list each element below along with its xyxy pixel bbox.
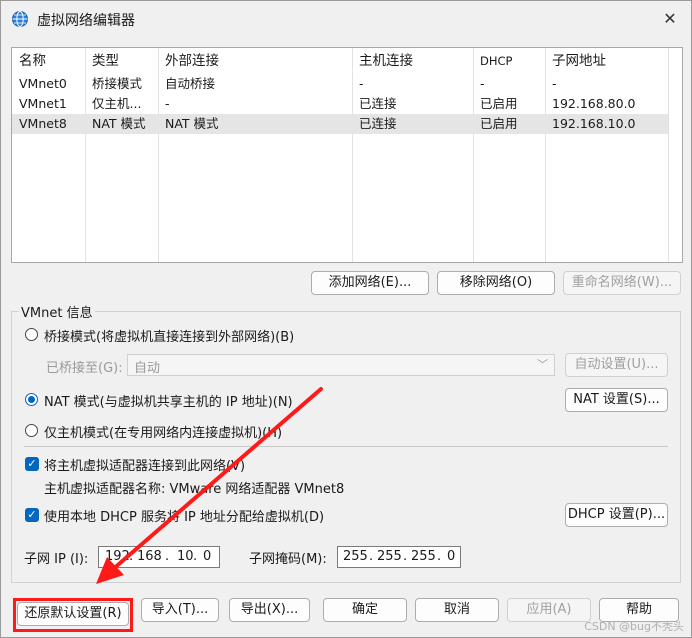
ip-octet[interactable]: 10 xyxy=(177,549,194,564)
divider xyxy=(24,446,668,447)
cell-type: NAT 模式 xyxy=(92,116,146,131)
bridge-mode-label[interactable]: 桥接模式(将虚拟机直接连接到外部网络)(B) xyxy=(44,326,294,345)
cell-dhcp: 已启用 xyxy=(480,96,518,111)
import-button[interactable]: 导入(T)... xyxy=(141,598,219,622)
dhcp-settings-button[interactable]: DHCP 设置(P)... xyxy=(565,503,668,527)
apply-button[interactable]: 应用(A) xyxy=(507,598,591,622)
ip-dot: . xyxy=(403,549,408,564)
mask-octet[interactable]: 255 xyxy=(377,549,402,564)
adapter-name-label: 主机虚拟适配器名称: VMware 网络适配器 VMnet8 xyxy=(44,482,345,497)
column-header-name[interactable]: 名称 xyxy=(12,48,85,74)
cell-subnet: 192.168.80.0 xyxy=(552,96,636,111)
column-header-type[interactable]: 类型 xyxy=(85,48,158,74)
cell-subnet: 192.168.10.0 xyxy=(552,116,636,131)
nat-mode-radio[interactable] xyxy=(25,393,38,406)
ip-dot: . xyxy=(129,549,134,564)
bridged-to-label: 已桥接至(G): xyxy=(46,361,123,376)
dhcp-checkbox[interactable]: ✓ xyxy=(25,508,39,522)
column-header-dhcp[interactable]: DHCP xyxy=(473,48,545,74)
cell-subnet: - xyxy=(552,76,557,91)
cell-type: 桥接模式 xyxy=(92,76,143,91)
cell-name: VMnet8 xyxy=(19,116,67,131)
vmnet-info-group xyxy=(11,311,681,583)
watermark: CSDN @bug不秃头 xyxy=(584,620,684,633)
ip-octet[interactable]: 192 xyxy=(105,549,130,564)
subnet-mask-label: 子网掩码(M): xyxy=(249,552,327,567)
title-bar: 虚拟网络编辑器 ✕ xyxy=(1,1,691,37)
column-header-external[interactable]: 外部连接 xyxy=(158,48,352,74)
cell-host: - xyxy=(359,76,364,91)
cell-external: 自动桥接 xyxy=(165,76,216,91)
cell-type: 仅主机... xyxy=(92,96,142,111)
ip-octet[interactable]: 168 xyxy=(137,549,162,564)
chevron-down-icon: ﹀ xyxy=(537,358,548,371)
mask-octet[interactable]: 255 xyxy=(343,549,368,564)
table-row[interactable]: VMnet0 桥接模式 自动桥接 - - - xyxy=(12,74,668,94)
ip-dot: . xyxy=(437,549,442,564)
cell-dhcp: 已启用 xyxy=(480,116,518,131)
host-only-radio[interactable] xyxy=(25,424,38,437)
host-only-label[interactable]: 仅主机模式(在专用网络内连接虚拟机)(H) xyxy=(44,422,282,441)
cell-host: 已连接 xyxy=(359,116,397,131)
cancel-button[interactable]: 取消 xyxy=(415,598,499,622)
nat-mode-label[interactable]: NAT 模式(与虚拟机共享主机的 IP 地址)(N) xyxy=(44,391,293,410)
cell-name: VMnet0 xyxy=(19,76,67,91)
subnet-mask-field[interactable]: 255 . 255 . 255 . 0 xyxy=(337,546,461,568)
annotation-highlight-box xyxy=(13,598,133,632)
vmnet-info-label: VMnet 信息 xyxy=(19,302,95,321)
close-button[interactable]: ✕ xyxy=(659,8,681,30)
cell-external: NAT 模式 xyxy=(165,116,219,131)
remove-network-button[interactable]: 移除网络(O) xyxy=(437,271,555,295)
ip-dot: . xyxy=(369,549,374,564)
export-button[interactable]: 导出(X)... xyxy=(229,598,310,622)
column-header-subnet[interactable]: 子网地址 xyxy=(545,48,668,74)
rename-network-button[interactable]: 重命名网络(W)... xyxy=(563,271,681,295)
cell-name: VMnet1 xyxy=(19,96,67,111)
network-globe-icon xyxy=(12,11,28,27)
auto-settings-button[interactable]: 自动设置(U)... xyxy=(565,353,668,377)
dhcp-label[interactable]: 使用本地 DHCP 服务将 IP 地址分配给虚拟机(D) xyxy=(44,506,324,525)
subnet-ip-field[interactable]: 192 . 168 . 10 . 0 xyxy=(98,546,220,568)
bridged-to-value: 自动 xyxy=(134,361,161,376)
table-row[interactable]: VMnet1 仅主机... - 已连接 已启用 192.168.80.0 xyxy=(12,94,668,114)
column-header-host[interactable]: 主机连接 xyxy=(352,48,473,74)
network-list[interactable]: 名称 类型 外部连接 主机连接 DHCP 子网地址 VMnet0 桥接模式 自动… xyxy=(11,47,683,263)
bridge-mode-radio[interactable] xyxy=(25,328,38,341)
cell-external: - xyxy=(165,96,170,111)
ip-dot: . xyxy=(165,549,170,564)
connect-adapter-label[interactable]: 将主机虚拟适配器连接到此网络(V) xyxy=(44,455,245,474)
mask-octet[interactable]: 255 xyxy=(411,549,436,564)
cell-host: 已连接 xyxy=(359,96,397,111)
table-row-selected[interactable]: VMnet8 NAT 模式 NAT 模式 已连接 已启用 192.168.10.… xyxy=(12,114,668,134)
ip-octet[interactable]: 0 xyxy=(203,549,211,564)
window-title: 虚拟网络编辑器 xyxy=(37,13,135,29)
ok-button[interactable]: 确定 xyxy=(323,598,407,622)
mask-octet[interactable]: 0 xyxy=(447,549,455,564)
cell-dhcp: - xyxy=(480,76,485,91)
add-network-button[interactable]: 添加网络(E)... xyxy=(311,271,429,295)
connect-adapter-checkbox[interactable]: ✓ xyxy=(25,457,39,471)
ip-dot: . xyxy=(193,549,198,564)
nat-settings-button[interactable]: NAT 设置(S)... xyxy=(565,388,668,412)
bridged-to-select[interactable]: 自动 ﹀ xyxy=(127,354,555,376)
subnet-ip-label: 子网 IP (I): xyxy=(24,552,89,567)
